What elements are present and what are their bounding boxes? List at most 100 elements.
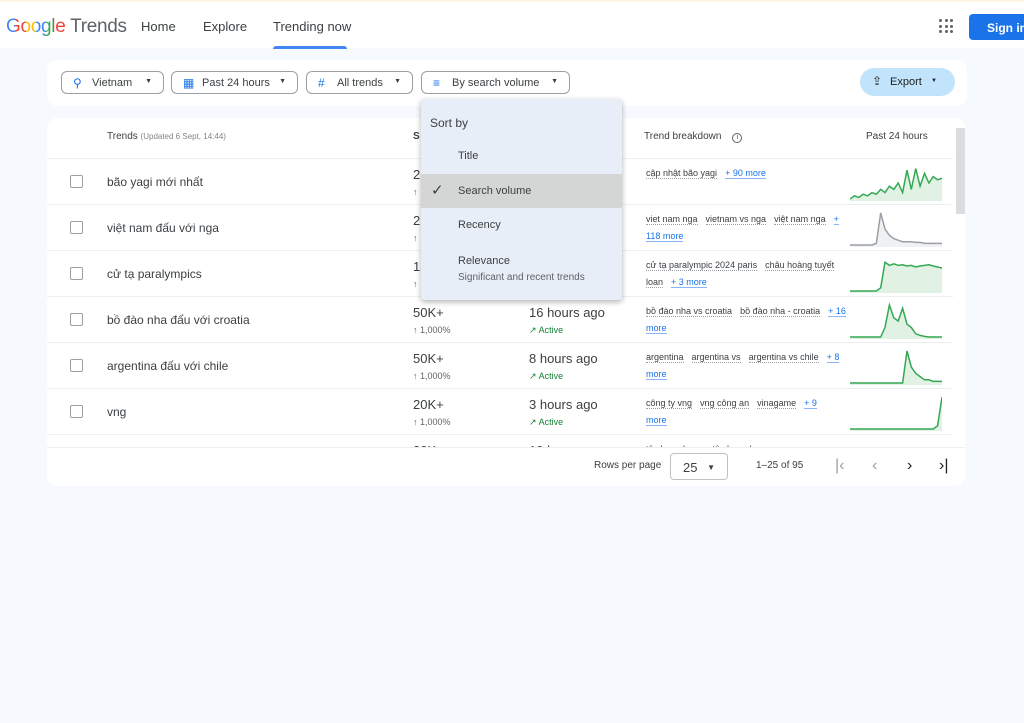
time-filter[interactable]: ▦ Past 24 hours ▼ — [171, 71, 298, 94]
sparkline-chart[interactable] — [850, 209, 942, 247]
search-volume: 1 — [413, 259, 421, 274]
trend-title[interactable]: việt nam đấu với nga — [107, 221, 219, 235]
breakdown-query[interactable]: cập nhật bão yagi — [646, 168, 718, 179]
location-filter[interactable]: ⚲ Vietnam ▼ — [61, 71, 164, 94]
sparkline-area — [850, 305, 942, 339]
check-icon: ✓ — [431, 182, 444, 199]
share-icon: ⇪ — [872, 74, 883, 88]
trend-title[interactable]: bồ đào nha đấu với croatia — [107, 313, 250, 327]
nav-trending-now[interactable]: Trending now — [273, 19, 351, 34]
location-pin-icon: ⚲ — [73, 76, 82, 90]
row-checkbox[interactable] — [70, 221, 83, 234]
dropdown-arrow-icon: ▼ — [394, 78, 401, 85]
breakdown-query[interactable]: việt nam nga — [774, 214, 826, 225]
sort-menu-header: Sort by — [430, 116, 469, 130]
sparkline-chart[interactable] — [850, 163, 942, 201]
last-page-button[interactable]: ›| — [939, 457, 948, 475]
breakdown-query[interactable]: cử tạ paralympic 2024 paris — [646, 260, 758, 271]
breakdown-query[interactable]: vng công an — [700, 398, 750, 409]
google-trends-logo[interactable]: Google Trends — [6, 16, 127, 38]
breakdown-query[interactable]: argentina — [646, 352, 684, 363]
col-trends[interactable]: Trends (Updated 6 Sept, 14:44) — [107, 131, 226, 142]
col-trends-label: Trends — [107, 131, 138, 142]
sparkline-chart[interactable] — [850, 301, 942, 339]
trend-title[interactable]: argentina đấu với chile — [107, 359, 228, 373]
trend-title[interactable]: cử tạ paralympics — [107, 267, 202, 281]
breakdown-query[interactable]: argentina vs — [691, 352, 741, 363]
hash-icon: # — [318, 76, 325, 90]
active-status: ↗ Active — [529, 325, 563, 336]
sparkline-area — [850, 213, 942, 247]
breakdown-query[interactable]: vietnam vs nga — [705, 214, 767, 225]
nav-home[interactable]: Home — [141, 19, 176, 34]
row-checkbox[interactable] — [70, 267, 83, 280]
row-checkbox[interactable] — [70, 175, 83, 188]
trend-breakdown: cập nhật bão yagi + 90 more — [646, 165, 846, 182]
option-label: Search volume — [458, 185, 532, 197]
sort-icon: ≡ — [433, 76, 441, 90]
rows-per-page-select[interactable]: 25 ▼ — [670, 453, 728, 480]
table-row[interactable]: argentina đấu với chile 50K+ ↑ 1,000% 8 … — [47, 342, 953, 388]
sort-option-title[interactable]: Title — [421, 150, 622, 162]
breakdown-query[interactable]: argentina vs chile — [748, 352, 819, 363]
apps-grid-icon[interactable] — [939, 19, 953, 33]
active-status: ↗ Active — [529, 371, 563, 382]
time-label: Past 24 hours — [202, 77, 270, 89]
breakdown-query[interactable]: bồ đào nha - croatia — [740, 306, 821, 317]
volume-change: ↑ 1,000% — [413, 417, 451, 427]
calendar-icon: ▦ — [183, 76, 195, 90]
sort-label: By search volume — [452, 77, 540, 89]
volume-change: ↑ — [413, 233, 418, 243]
table-row[interactable]: bồ đào nha đấu với croatia 50K+ ↑ 1,000%… — [47, 296, 953, 342]
active-tab-indicator — [273, 46, 347, 49]
col-breakdown: Trend breakdown i — [644, 131, 743, 143]
trend-title[interactable]: vng — [107, 405, 126, 419]
search-volume: 50K+ — [413, 351, 444, 366]
sparkline-chart[interactable] — [850, 347, 942, 385]
more-queries-link[interactable]: + 90 more — [725, 168, 766, 179]
volume-change: ↑ 1,000% — [413, 325, 451, 335]
category-filter[interactable]: # All trends ▼ — [306, 71, 413, 94]
next-page-button[interactable]: › — [907, 457, 912, 475]
option-sublabel: Significant and recent trends — [458, 272, 585, 283]
col-volume[interactable]: S — [413, 131, 420, 142]
sort-option-recency[interactable]: Recency — [421, 219, 622, 231]
row-checkbox[interactable] — [70, 405, 83, 418]
location-label: Vietnam — [92, 77, 133, 89]
first-page-button[interactable]: |‹ — [835, 457, 844, 475]
sort-filter[interactable]: ≡ By search volume ▼ — [421, 71, 570, 94]
search-volume: 20K+ — [413, 397, 444, 412]
trending-up-icon: ↗ — [529, 371, 537, 381]
sparkline-area — [850, 168, 942, 201]
sparkline-area — [850, 262, 942, 293]
info-icon[interactable]: i — [732, 133, 743, 143]
prev-page-button[interactable]: ‹ — [872, 457, 877, 475]
breakdown-query[interactable]: viet nam nga — [646, 214, 698, 225]
trending-up-icon: ↗ — [529, 417, 537, 427]
table-row[interactable]: vng 20K+ ↑ 1,000% 3 hours ago ↗ Active côn… — [47, 388, 953, 434]
volume-change: ↑ 1,000% — [413, 371, 451, 381]
search-volume: 50K+ — [413, 305, 444, 320]
breakdown-query[interactable]: vinagame — [757, 398, 797, 409]
sparkline-chart[interactable] — [850, 255, 942, 293]
breakdown-query[interactable]: công ty vng — [646, 398, 693, 409]
row-checkbox[interactable] — [70, 313, 83, 326]
sort-option-search-volume[interactable]: ✓ Search volume — [421, 174, 622, 208]
export-button[interactable]: ⇪ Export ▼ — [860, 68, 955, 96]
breakdown-query[interactable]: bồ đào nha vs croatia — [646, 306, 733, 317]
option-label: Relevance — [458, 255, 510, 267]
sign-in-button[interactable]: Sign in — [969, 14, 1024, 40]
more-queries-link[interactable]: + 3 more — [671, 277, 707, 288]
col-breakdown-label: Trend breakdown — [644, 131, 722, 142]
sort-option-relevance[interactable]: Relevance Significant and recent trends — [421, 255, 622, 283]
sparkline-chart[interactable] — [850, 393, 942, 431]
updated-time: (Updated 6 Sept, 14:44) — [140, 132, 226, 141]
scrollbar[interactable] — [956, 128, 965, 214]
trend-breakdown: argentina argentina vs argentina vs chile +… — [646, 349, 846, 383]
dropdown-arrow-icon: ▼ — [931, 78, 937, 84]
trend-title[interactable]: bão yagi mới nhất — [107, 175, 203, 189]
pagination-bar — [47, 447, 965, 486]
search-volume: 2 — [413, 213, 421, 228]
row-checkbox[interactable] — [70, 359, 83, 372]
nav-explore[interactable]: Explore — [203, 19, 247, 34]
